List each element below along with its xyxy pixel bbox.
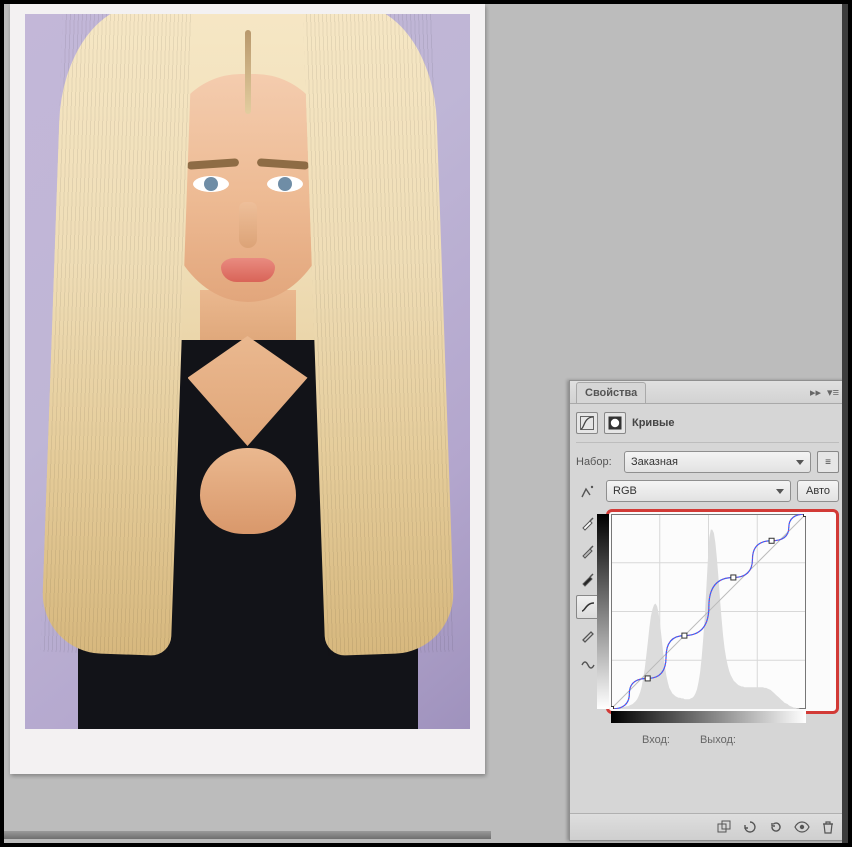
- collapse-icon[interactable]: ▸▸: [810, 386, 821, 399]
- dock-strip: [842, 4, 848, 843]
- preset-label: Набор:: [576, 456, 618, 468]
- delete-icon[interactable]: [819, 818, 837, 836]
- output-label: Выход:: [700, 734, 736, 746]
- output-gradient: [597, 514, 609, 709]
- tab-properties[interactable]: Свойства: [576, 382, 646, 403]
- properties-panel: Свойства ▸▸ ▾≡ Кривые Набор: Заказная: [569, 380, 846, 841]
- photo-frame: [10, 4, 485, 774]
- preset-menu-button[interactable]: ≡: [817, 451, 839, 473]
- auto-button[interactable]: Авто: [797, 480, 839, 502]
- preset-select[interactable]: Заказная: [624, 451, 811, 473]
- curves-graph-highlight: [606, 509, 839, 714]
- panel-menu-icon[interactable]: ▾≡: [827, 386, 839, 399]
- adjustment-title: Кривые: [632, 417, 674, 429]
- canvas-area[interactable]: [4, 4, 491, 839]
- mask-icon: [604, 412, 626, 434]
- curves-icon: [576, 412, 598, 434]
- target-adjust-icon[interactable]: [576, 479, 600, 503]
- reset-icon[interactable]: [767, 818, 785, 836]
- view-previous-icon[interactable]: [741, 818, 759, 836]
- adjustment-header: Кривые: [576, 410, 839, 443]
- channel-select[interactable]: RGB: [606, 480, 791, 502]
- clip-to-layer-icon[interactable]: [715, 818, 733, 836]
- chevron-down-icon: [776, 489, 784, 494]
- panel-footer: [570, 813, 845, 840]
- preset-row: Набор: Заказная ≡: [576, 451, 839, 473]
- channel-value: RGB: [613, 485, 637, 497]
- channel-row: RGB Авто: [576, 479, 839, 503]
- input-gradient: [611, 711, 806, 723]
- preset-value: Заказная: [631, 456, 678, 468]
- curves-graph[interactable]: [611, 514, 806, 709]
- canvas-bottom-shadow: [4, 831, 491, 839]
- workspace-gap: [491, 4, 569, 839]
- curves-svg: [611, 514, 806, 709]
- input-label: Вход:: [642, 734, 670, 746]
- panel-tabbar: Свойства ▸▸ ▾≡: [570, 381, 845, 404]
- photo: [25, 14, 470, 729]
- portrait-placeholder: [98, 14, 398, 729]
- visibility-icon[interactable]: [793, 818, 811, 836]
- chevron-down-icon: [796, 460, 804, 465]
- app-stage: Свойства ▸▸ ▾≡ Кривые Набор: Заказная: [4, 4, 848, 843]
